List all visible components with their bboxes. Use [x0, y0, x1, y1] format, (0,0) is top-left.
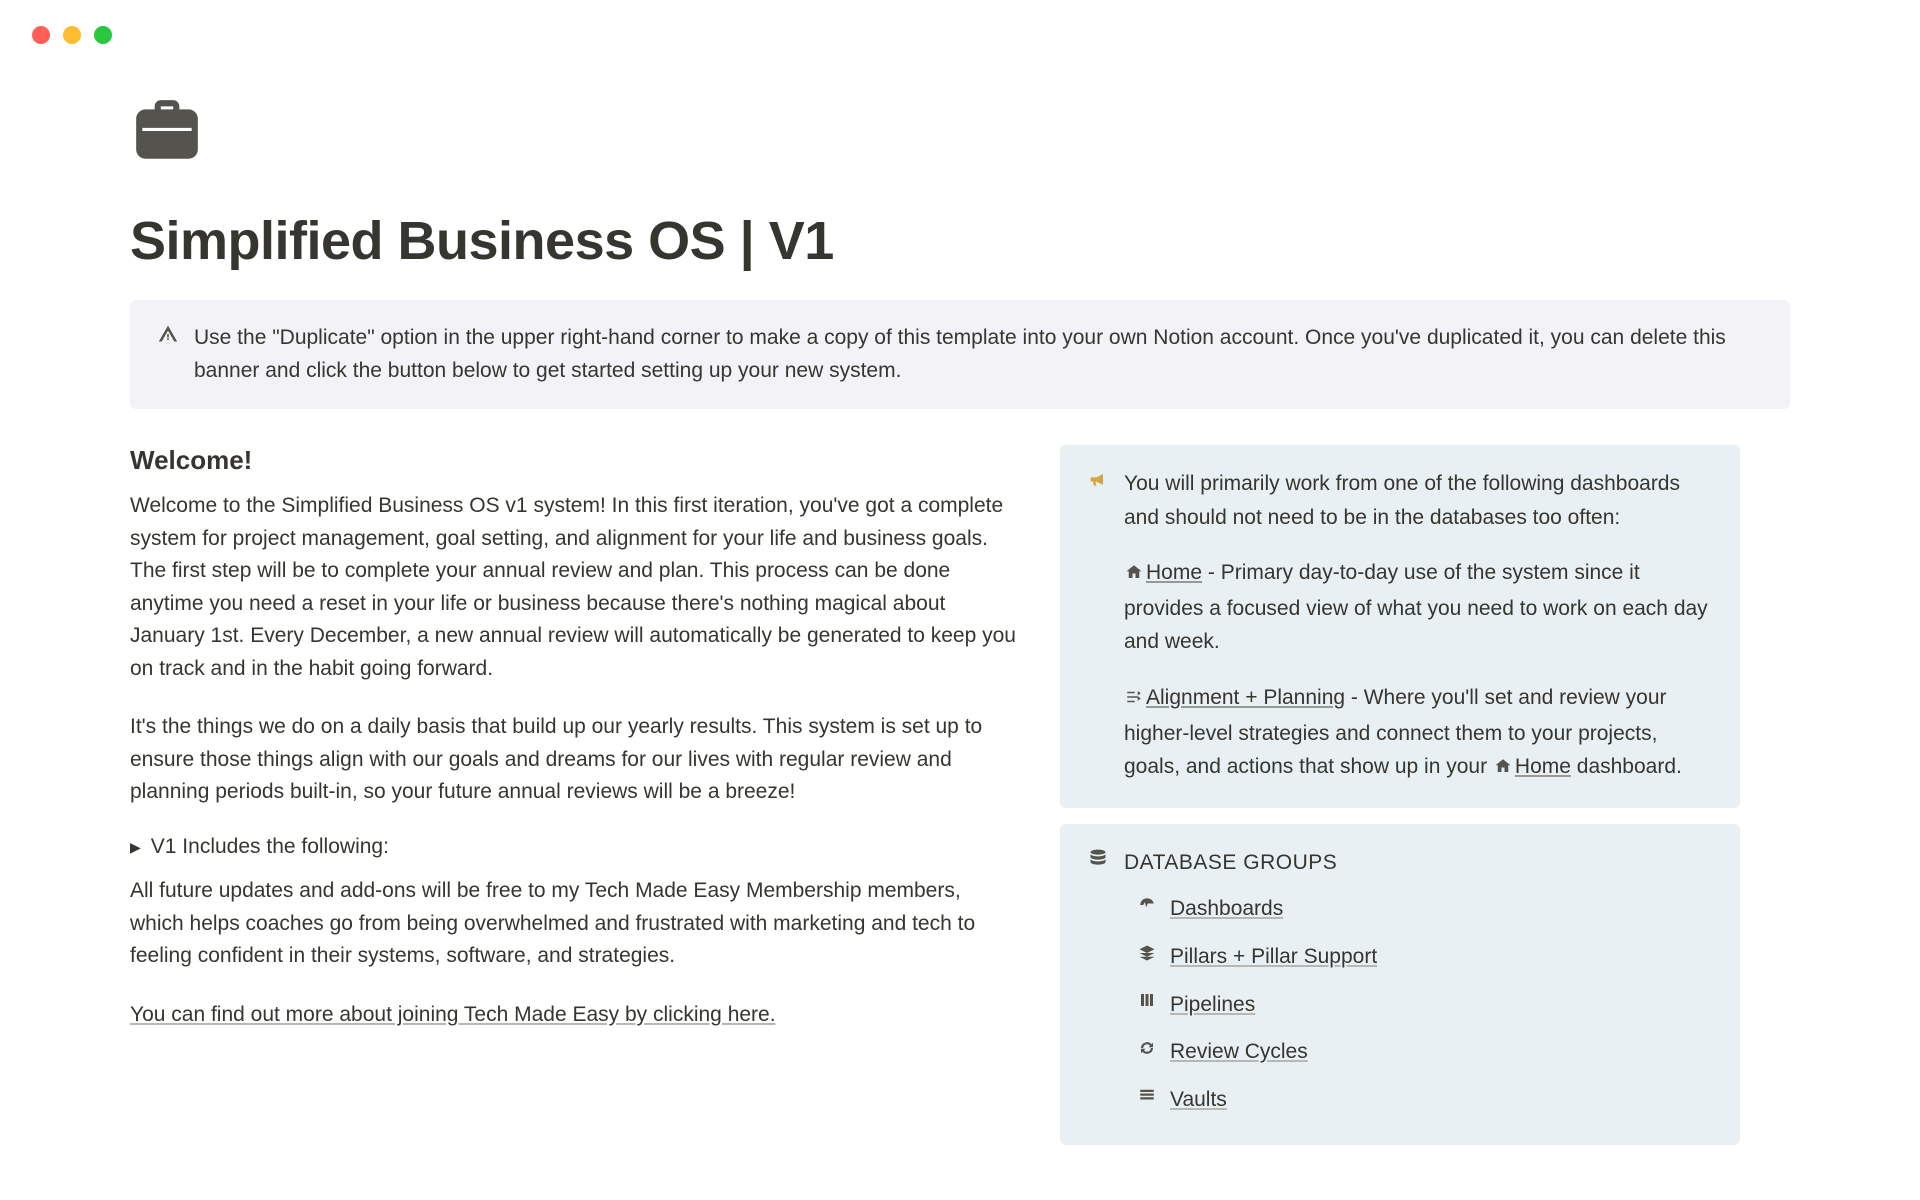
- window-traffic-lights: [0, 0, 1920, 44]
- home-link-inline[interactable]: Home: [1515, 755, 1571, 778]
- database-groups-title: DATABASE GROUPS: [1124, 846, 1712, 880]
- maximize-window-icon[interactable]: [94, 26, 112, 44]
- toggle-triangle-icon: ▶: [130, 839, 141, 856]
- database-stack-icon: [1088, 848, 1108, 1124]
- close-window-icon[interactable]: [32, 26, 50, 44]
- database-groups-callout: DATABASE GROUPS Dashboards Pillars + Pil…: [1060, 824, 1740, 1146]
- home-icon: [1493, 752, 1513, 786]
- warning-icon: [158, 324, 178, 387]
- layers-icon: [1136, 942, 1158, 972]
- home-dashboard-line: Home - Primary day-to-day use of the sys…: [1124, 556, 1712, 659]
- columns-icon: [1136, 989, 1158, 1019]
- v1-includes-toggle[interactable]: ▶ V1 Includes the following:: [130, 835, 1020, 859]
- megaphone-icon: [1088, 469, 1108, 786]
- toggle-label: V1 Includes the following:: [151, 835, 389, 859]
- db-item-vaults[interactable]: Vaults: [1124, 1076, 1712, 1124]
- minimize-window-icon[interactable]: [63, 26, 81, 44]
- info-banner: Use the "Duplicate" option in the upper …: [130, 300, 1790, 409]
- alignment-dashboard-line: Alignment + Planning - Where you'll set …: [1124, 681, 1712, 786]
- dashboard-icon: [1136, 894, 1158, 924]
- dashboards-callout: You will primarily work from one of the …: [1060, 445, 1740, 808]
- db-item-pillars[interactable]: Pillars + Pillar Support: [1124, 933, 1712, 981]
- db-item-dashboards[interactable]: Dashboards: [1124, 885, 1712, 933]
- updates-paragraph: All future updates and add-ons will be f…: [130, 875, 1020, 973]
- callout-intro: You will primarily work from one of the …: [1124, 467, 1712, 534]
- page-title: Simplified Business OS | V1: [130, 210, 1790, 272]
- welcome-heading: Welcome!: [130, 445, 1020, 476]
- home-icon: [1124, 558, 1144, 592]
- alignment-link[interactable]: Alignment + Planning: [1146, 686, 1345, 709]
- home-link[interactable]: Home: [1146, 561, 1202, 584]
- db-item-pipelines[interactable]: Pipelines: [1124, 981, 1712, 1029]
- cycle-icon: [1136, 1037, 1158, 1067]
- banner-text: Use the "Duplicate" option in the upper …: [194, 322, 1762, 387]
- db-item-review-cycles[interactable]: Review Cycles: [1124, 1028, 1712, 1076]
- welcome-paragraph-2: It's the things we do on a daily basis t…: [130, 711, 1020, 809]
- briefcase-icon[interactable]: [130, 94, 204, 168]
- join-link[interactable]: You can find out more about joining Tech…: [130, 1003, 776, 1026]
- alignment-icon: [1124, 683, 1144, 717]
- vault-icon: [1136, 1084, 1158, 1114]
- welcome-paragraph-1: Welcome to the Simplified Business OS v1…: [130, 490, 1020, 685]
